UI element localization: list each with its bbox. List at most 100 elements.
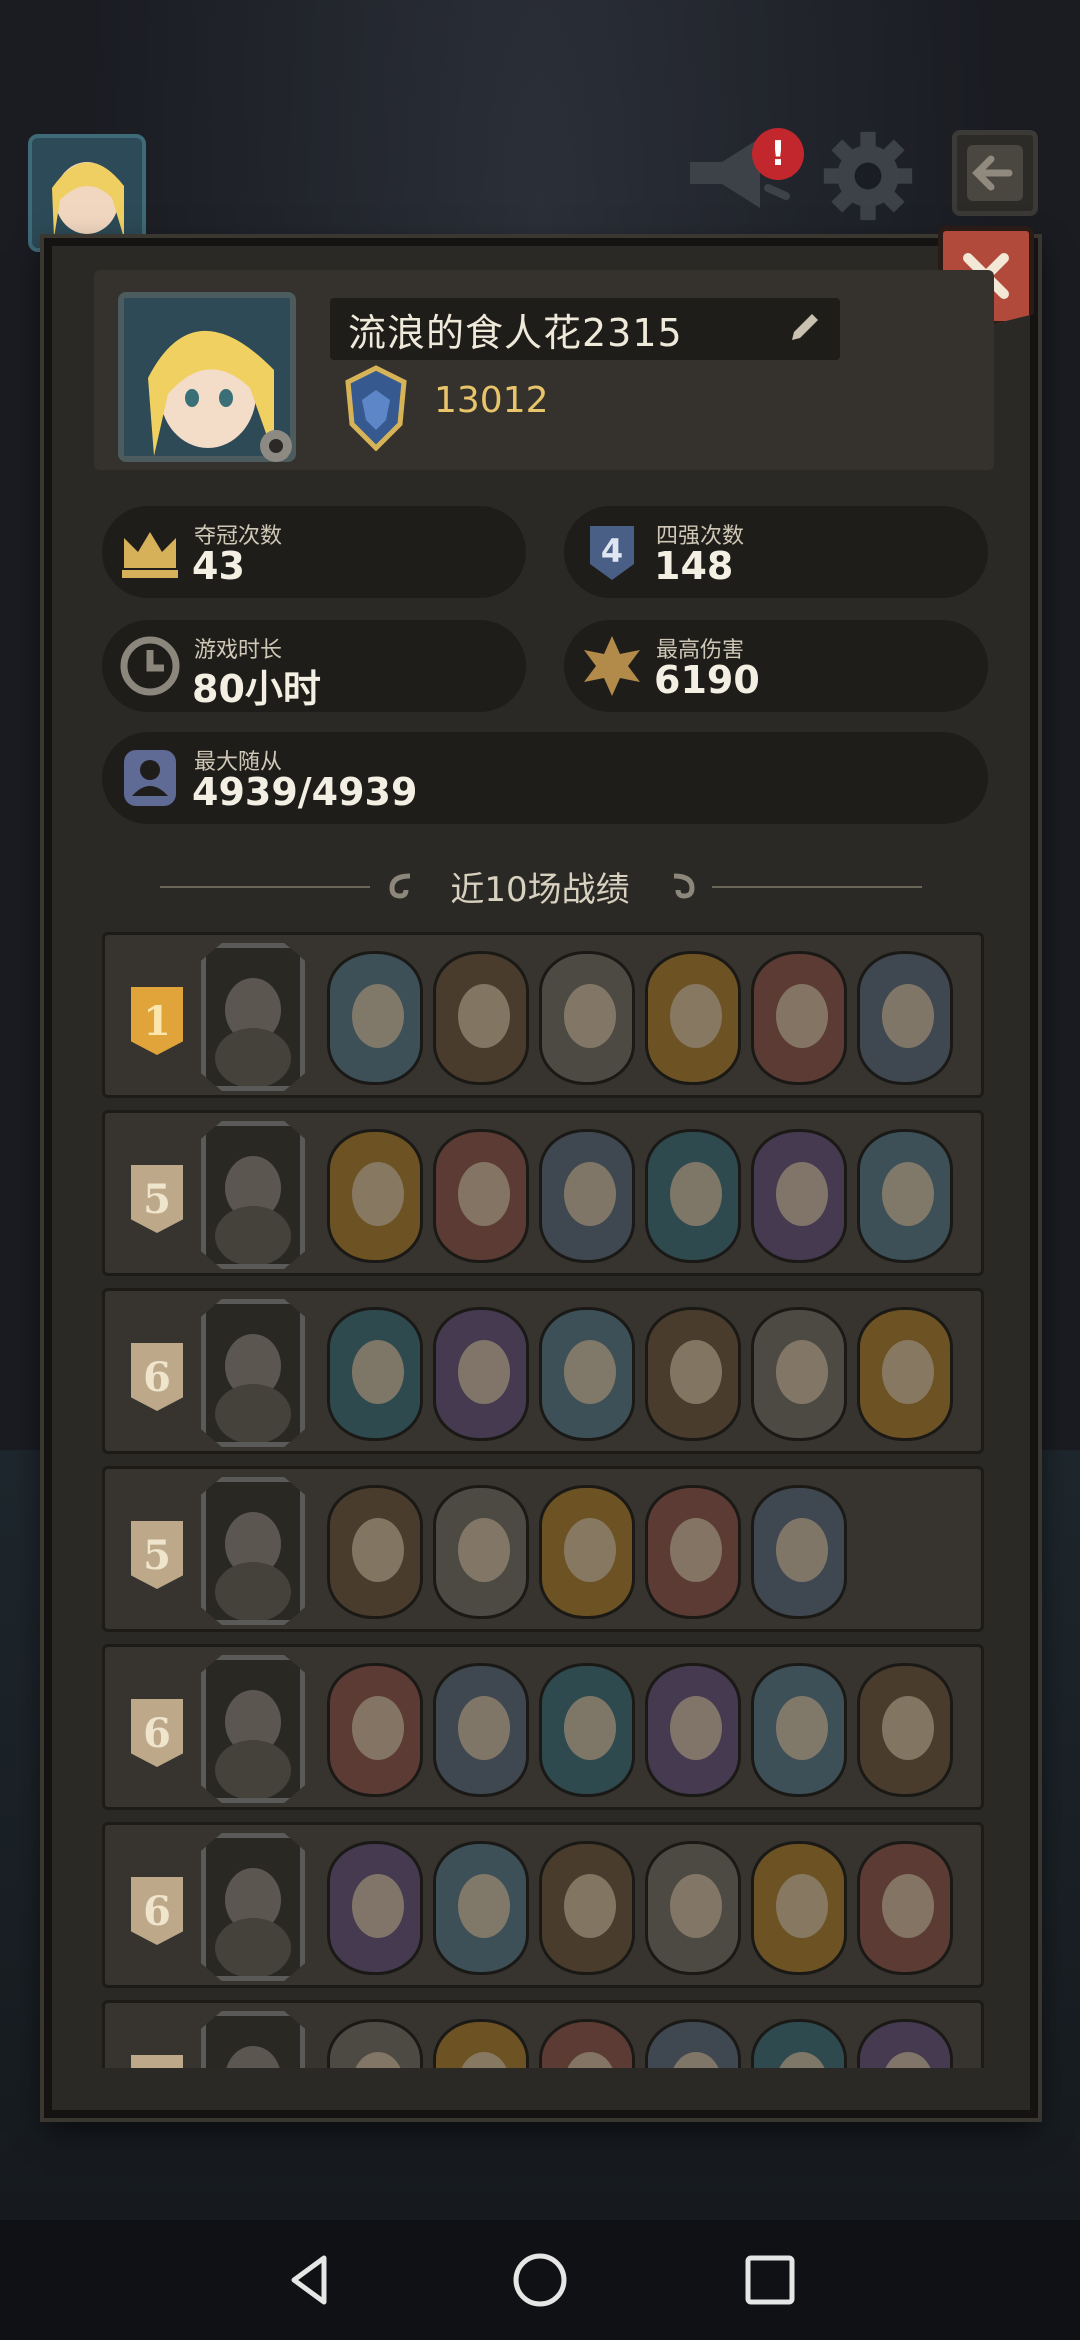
hud-avatar[interactable] bbox=[28, 134, 146, 252]
match-row[interactable]: 1 bbox=[102, 932, 984, 1098]
player-name-box[interactable]: 流浪的食人花2315 bbox=[330, 298, 840, 360]
hero-portrait-dark-owl-hero[interactable] bbox=[201, 1121, 305, 1269]
unit-figure bbox=[776, 1696, 828, 1760]
exit-button[interactable] bbox=[952, 130, 1038, 216]
unit-figure bbox=[776, 1162, 828, 1226]
match-row[interactable]: 5 bbox=[102, 1110, 984, 1276]
player-name: 流浪的食人花2315 bbox=[348, 310, 683, 355]
unit-spear-kid[interactable] bbox=[645, 1841, 741, 1975]
stat-playtime: 游戏时长 80小时 bbox=[102, 620, 526, 712]
unit-figure bbox=[564, 984, 616, 1048]
match-row[interactable]: 5 bbox=[102, 1466, 984, 1632]
unit-treant[interactable] bbox=[857, 1307, 953, 1441]
hero-portrait-clown-hero[interactable] bbox=[201, 1655, 305, 1803]
divider-right bbox=[712, 886, 922, 888]
unit-fallen-dog[interactable] bbox=[433, 1663, 529, 1797]
unit-red-assassin[interactable] bbox=[327, 1307, 423, 1441]
match-row[interactable]: 6 bbox=[102, 1288, 984, 1454]
unit-ghost-knight[interactable] bbox=[857, 1129, 953, 1263]
unit-figure bbox=[882, 2052, 934, 2068]
exit-arrow-icon bbox=[967, 145, 1023, 201]
top4-shield-icon: 4 bbox=[590, 526, 634, 580]
unit-figure bbox=[458, 1696, 510, 1760]
unit-armored-orc[interactable] bbox=[857, 951, 953, 1085]
unit-blue-skeleton[interactable] bbox=[857, 1841, 953, 1975]
match-row[interactable]: 6 bbox=[102, 1644, 984, 1810]
unit-fox-bear[interactable] bbox=[433, 1841, 529, 1975]
unit-robot-knight[interactable] bbox=[327, 951, 423, 1085]
unit-treant[interactable] bbox=[539, 2019, 635, 2068]
hero-portrait-fairy-queen-hero[interactable] bbox=[201, 1477, 305, 1625]
placement-badge: 5 bbox=[131, 1521, 183, 1589]
match-row[interactable]: 6 bbox=[102, 1822, 984, 1988]
unit-tentacle-chest[interactable] bbox=[327, 1129, 423, 1263]
placement-badge bbox=[131, 2055, 183, 2068]
unit-ghost-knight[interactable] bbox=[751, 1841, 847, 1975]
settings-gear-icon[interactable] bbox=[820, 128, 916, 224]
unit-grey-horse[interactable] bbox=[433, 1307, 529, 1441]
unit-red-pirate[interactable] bbox=[645, 1129, 741, 1263]
unit-figure bbox=[352, 1518, 404, 1582]
unit-horned-mage[interactable] bbox=[433, 2019, 529, 2068]
stat-value: 80小时 bbox=[192, 667, 321, 711]
unit-merchant[interactable] bbox=[751, 1307, 847, 1441]
unit-figure bbox=[352, 1696, 404, 1760]
unit-eagle-warrior[interactable] bbox=[327, 1663, 423, 1797]
back-icon[interactable] bbox=[280, 2250, 340, 2310]
unit-bandit[interactable] bbox=[751, 1129, 847, 1263]
unit-figure bbox=[882, 1696, 934, 1760]
unit-eagle-warrior[interactable] bbox=[539, 951, 635, 1085]
recent-matches-list[interactable]: 1 5 6 5 6 6 bbox=[102, 932, 984, 2068]
match-row[interactable] bbox=[102, 2000, 984, 2068]
unit-spectral-reaper[interactable] bbox=[539, 1129, 635, 1263]
unit-raccoon[interactable] bbox=[539, 1485, 635, 1619]
hero-portrait-hooded-hero[interactable] bbox=[201, 2011, 305, 2068]
unit-bandit[interactable] bbox=[751, 2019, 847, 2068]
unit-goblin-grin[interactable] bbox=[645, 1485, 741, 1619]
unit-figure bbox=[352, 984, 404, 1048]
unit-night-mushroom[interactable] bbox=[751, 1485, 847, 1619]
unit-figure bbox=[776, 984, 828, 1048]
hero-portrait-goblin-lord-hero[interactable] bbox=[201, 1833, 305, 1981]
unit-treant[interactable] bbox=[857, 2019, 953, 2068]
unit-brawler[interactable] bbox=[751, 951, 847, 1085]
unit-mushroom-crab[interactable] bbox=[539, 1307, 635, 1441]
notification-badge: ! bbox=[752, 128, 804, 180]
recents-icon[interactable] bbox=[740, 2250, 800, 2310]
unit-figure bbox=[564, 1162, 616, 1226]
unit-figure bbox=[352, 2052, 404, 2068]
unit-horned-mage[interactable] bbox=[645, 1307, 741, 1441]
stat-max-minions: 最大随从 4939/4939 bbox=[102, 732, 988, 824]
placement-badge: 1 bbox=[131, 987, 183, 1055]
home-icon[interactable] bbox=[510, 2250, 570, 2310]
unit-figure bbox=[352, 1162, 404, 1226]
hero-portrait-gnome-sage-hero[interactable] bbox=[201, 1299, 305, 1447]
unit-figure bbox=[564, 1518, 616, 1582]
unit-purple-bat[interactable] bbox=[857, 1663, 953, 1797]
edit-pencil-icon[interactable] bbox=[786, 310, 822, 346]
unit-ogre[interactable] bbox=[327, 1485, 423, 1619]
unit-shadow-beast[interactable] bbox=[433, 1129, 529, 1263]
placement-badge: 6 bbox=[131, 1699, 183, 1767]
portrait-settings-gear-icon[interactable] bbox=[254, 424, 298, 468]
unit-frost-gargoyle[interactable] bbox=[645, 1663, 741, 1797]
unit-plant-beast[interactable] bbox=[433, 1485, 529, 1619]
unit-figure bbox=[776, 2052, 828, 2068]
unit-figure bbox=[458, 1874, 510, 1938]
unit-box-golem[interactable] bbox=[433, 951, 529, 1085]
unit-red-assassin[interactable] bbox=[327, 2019, 423, 2068]
unit-figure bbox=[776, 1874, 828, 1938]
unit-shadow-beast[interactable] bbox=[539, 1841, 635, 1975]
unit-ice-beast[interactable] bbox=[751, 1663, 847, 1797]
unit-figure bbox=[670, 1518, 722, 1582]
unit-fire-demon[interactable] bbox=[327, 1841, 423, 1975]
unit-figure bbox=[670, 1696, 722, 1760]
unit-flame-rogue[interactable] bbox=[645, 951, 741, 1085]
unit-figure bbox=[352, 1874, 404, 1938]
stat-value: 4939/4939 bbox=[192, 770, 418, 814]
placement-badge: 6 bbox=[131, 1343, 183, 1411]
unit-armored-orc[interactable] bbox=[645, 2019, 741, 2068]
unit-grey-horse[interactable] bbox=[539, 1663, 635, 1797]
stat-value: 148 bbox=[654, 544, 734, 588]
hero-portrait-owl-mask-hero[interactable] bbox=[201, 943, 305, 1091]
